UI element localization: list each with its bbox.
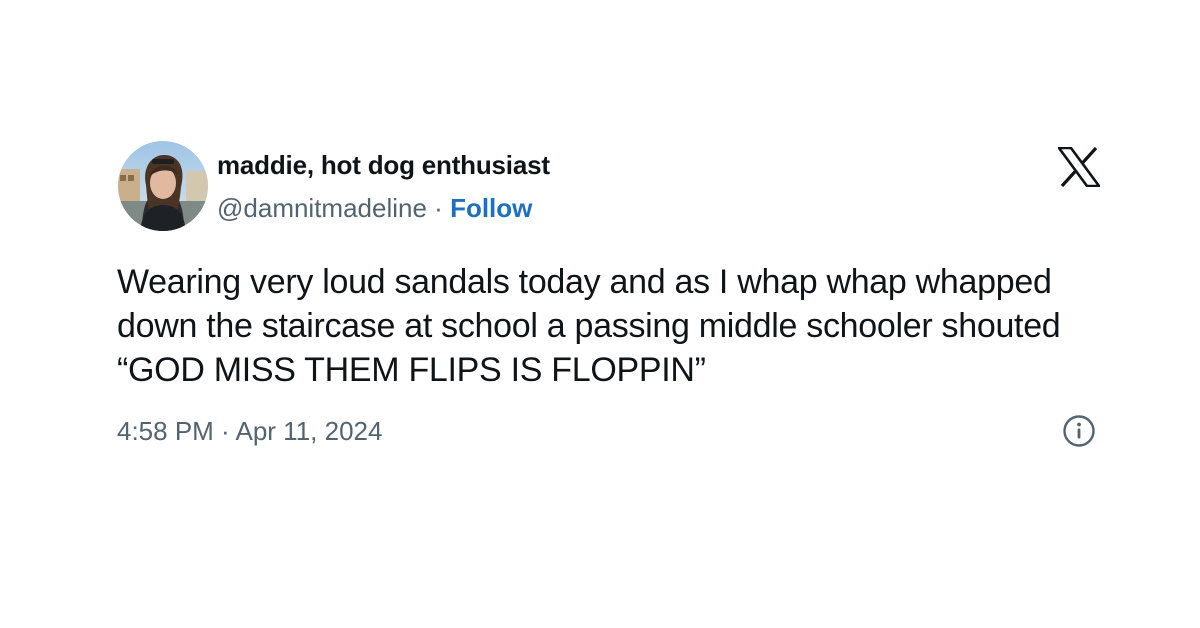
author-handle-row: @damnitmadeline · Follow (217, 193, 532, 224)
post-text: Wearing very loud sandals today and as I… (117, 263, 1061, 389)
author-display-name[interactable]: maddie, hot dog enthusiast (217, 150, 550, 181)
avatar[interactable] (118, 141, 208, 231)
avatar-photo (118, 141, 208, 231)
x-logo-icon[interactable] (1056, 146, 1102, 188)
author-handle[interactable]: @damnitmadeline (217, 193, 427, 223)
info-icon[interactable] (1062, 414, 1096, 448)
post-timestamp[interactable]: 4:58 PM · Apr 11, 2024 (117, 416, 382, 447)
follow-button[interactable]: Follow (450, 193, 532, 223)
handle-separator: · (426, 193, 451, 223)
